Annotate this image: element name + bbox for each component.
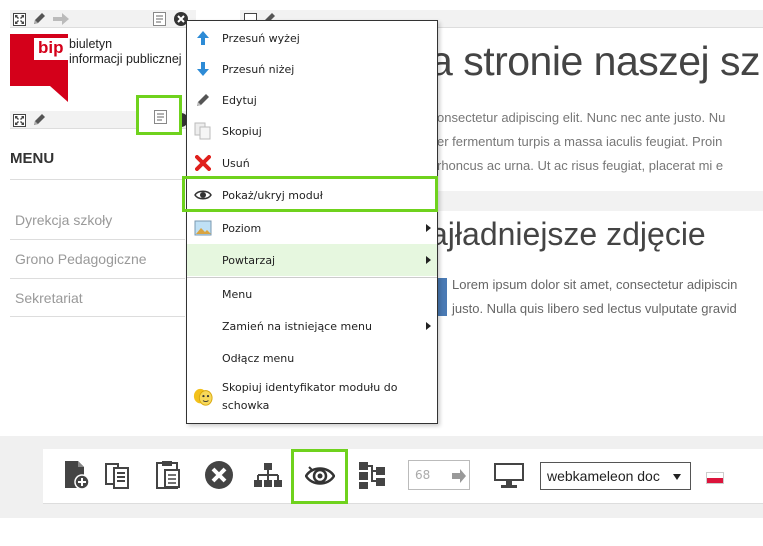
menu-item-move-up[interactable]: Przesuń wyżej bbox=[187, 23, 437, 53]
level-image-icon bbox=[193, 218, 213, 238]
arrow-up-icon bbox=[193, 28, 213, 48]
language-flag[interactable] bbox=[706, 472, 724, 484]
menu-item-label: Odłącz menu bbox=[222, 351, 295, 365]
para-line: onsectetur adipiscing elit. Nunc nec ant… bbox=[437, 110, 726, 125]
menu-item-level[interactable]: Poziom bbox=[187, 212, 437, 244]
pencil-icon[interactable] bbox=[32, 12, 46, 26]
move-icon[interactable] bbox=[12, 12, 26, 26]
menu-item-detach-menu[interactable]: Odłącz menu bbox=[187, 342, 437, 374]
structure-button[interactable] bbox=[356, 458, 388, 492]
paste-icon bbox=[156, 461, 180, 489]
menu-item-menu[interactable]: Menu bbox=[187, 278, 437, 310]
eye-icon bbox=[305, 466, 335, 485]
menu-item-copy[interactable]: Skopiuj bbox=[187, 116, 437, 146]
menu-item-label: Poziom bbox=[222, 221, 262, 235]
menu-item-edit[interactable]: Edytuj bbox=[187, 85, 437, 115]
content-heading-2: ajładniejsze zdjęcie bbox=[430, 216, 706, 252]
menu-item-label: Skopiuj bbox=[222, 124, 262, 138]
divider bbox=[10, 239, 185, 240]
pencil-icon bbox=[193, 90, 213, 110]
go-arrow-icon[interactable] bbox=[451, 468, 467, 484]
submenu-arrow-icon bbox=[426, 256, 431, 264]
content-separator-bar bbox=[437, 191, 763, 211]
add-page-icon bbox=[65, 461, 90, 490]
sidebar-item-grono[interactable]: Grono Pedagogiczne bbox=[15, 251, 147, 267]
structure-icon bbox=[359, 462, 385, 489]
submenu-arrow-icon bbox=[426, 224, 431, 232]
para-line: rhoncus ac urna. Ut ac risus feugiat, pl… bbox=[437, 158, 724, 173]
menu-item-label: Skopiuj identyfikator modułu do schowka bbox=[222, 381, 398, 412]
menu-item-replace-menu[interactable]: Zamień na istniejące menu bbox=[187, 310, 437, 342]
site-select[interactable]: webkameleon doc bbox=[540, 462, 691, 490]
preview-button[interactable] bbox=[492, 458, 526, 492]
menu-item-repeat[interactable]: Powtarzaj bbox=[187, 244, 437, 276]
properties-icon[interactable] bbox=[152, 12, 166, 26]
chevron-down-icon bbox=[673, 474, 681, 480]
content-paragraph-1: onsectetur adipiscing elit. Nunc nec ant… bbox=[437, 106, 725, 178]
sitemap-icon bbox=[254, 463, 282, 487]
copy-icon bbox=[193, 121, 213, 141]
copy-page-icon bbox=[105, 463, 129, 489]
move-icon[interactable] bbox=[12, 113, 26, 127]
sitemap-button[interactable] bbox=[252, 458, 284, 492]
para-line: Lorem ipsum dolor sit amet, consectetur … bbox=[452, 277, 738, 292]
bip-mark-text: bip bbox=[38, 38, 64, 57]
divider bbox=[10, 316, 185, 317]
menu-item-delete[interactable]: Usuń bbox=[187, 148, 437, 178]
copy-page-button[interactable] bbox=[102, 458, 134, 492]
properties-icon bbox=[154, 110, 167, 124]
content-heading-1: a stronie naszej sz bbox=[430, 38, 761, 84]
site-select-value: webkameleon doc bbox=[547, 468, 660, 484]
menu-item-label: Edytuj bbox=[222, 93, 257, 107]
para-line: er fermentum turpis a massa iaculis feug… bbox=[437, 134, 723, 149]
divider bbox=[10, 179, 185, 180]
highlight-show-hide bbox=[182, 176, 438, 212]
menu-item-move-down[interactable]: Przesuń niżej bbox=[187, 54, 437, 84]
submenu-arrow-icon bbox=[426, 322, 431, 330]
delete-x-icon bbox=[193, 153, 213, 173]
arrow-right-icon[interactable] bbox=[52, 12, 70, 26]
menu-item-label: Przesuń niżej bbox=[222, 62, 295, 76]
arrow-down-icon bbox=[193, 59, 213, 79]
module-toolbar-top bbox=[10, 10, 196, 28]
sidebar-item-sekretariat[interactable]: Sekretariat bbox=[15, 290, 83, 306]
properties-button-highlighted[interactable] bbox=[136, 95, 182, 135]
menu-item-label: Powtarzaj bbox=[222, 253, 276, 267]
page-number: 68 bbox=[415, 468, 431, 482]
bip-line2: informacji publicznej bbox=[69, 52, 182, 66]
menu-item-label: Usuń bbox=[222, 156, 250, 170]
bip-logo[interactable]: bip biuletyn informacji publicznej bbox=[10, 34, 190, 104]
para-line: justo. Nulla quis libero sed lectus vulp… bbox=[452, 301, 737, 316]
content-paragraph-2: Lorem ipsum dolor sit amet, consectetur … bbox=[452, 273, 737, 321]
menu-item-label: Przesuń wyżej bbox=[222, 31, 300, 45]
toggle-visibility-button[interactable] bbox=[291, 449, 348, 504]
divider bbox=[10, 278, 185, 279]
bip-line1: biuletyn bbox=[69, 37, 113, 51]
add-page-button[interactable] bbox=[60, 458, 92, 492]
sidebar-item-dyrekcja[interactable]: Dyrekcja szkoły bbox=[15, 212, 112, 228]
delete-button[interactable] bbox=[203, 458, 235, 492]
context-menu: Przesuń wyżej Przesuń niżej Edytuj Skopi… bbox=[186, 20, 438, 424]
masks-icon bbox=[193, 387, 213, 407]
delete-icon bbox=[205, 461, 233, 489]
pencil-icon[interactable] bbox=[32, 113, 46, 127]
photo-thumbnail[interactable] bbox=[438, 278, 447, 316]
menu-item-copy-module-id[interactable]: Skopiuj identyfikator modułu do schowka bbox=[187, 374, 437, 420]
menu-item-label: Zamień na istniejące menu bbox=[222, 319, 372, 333]
monitor-icon bbox=[494, 463, 524, 488]
flag-poland-icon bbox=[707, 473, 723, 483]
sidebar-menu-heading: MENU bbox=[10, 150, 55, 167]
page-number-box[interactable]: 68 bbox=[408, 460, 470, 490]
paste-button[interactable] bbox=[152, 458, 184, 492]
menu-item-label: Menu bbox=[222, 287, 253, 301]
